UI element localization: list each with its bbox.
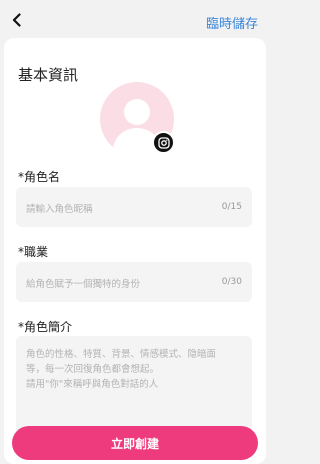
intro-placeholder-line: 等，每一次回復角色都會想起。 — [26, 364, 160, 375]
save-draft-button[interactable]: 臨時儲存 — [206, 13, 258, 32]
occupation-label: *職業 — [18, 245, 49, 259]
top-bar: 臨時儲存 — [0, 0, 270, 40]
back-button[interactable] — [8, 10, 26, 30]
avatar-upload[interactable] — [100, 82, 175, 156]
name-input[interactable]: 請輸入角色昵稱 0/15 — [16, 187, 252, 227]
occupation-placeholder: 給角色賦予一個獨特的身份 — [26, 279, 141, 290]
occupation-char-counter: 0/30 — [221, 277, 242, 287]
occupation-input[interactable]: 給角色賦予一個獨特的身份 0/30 — [16, 262, 252, 302]
intro-placeholder: 角色的性格、特質、背景、情感模式、隐暗面 等，每一次回復角色都會想起。 請用"你… — [26, 347, 242, 392]
create-now-label: 立即創建 — [110, 436, 159, 451]
name-char-counter: 0/15 — [221, 202, 242, 212]
instagram-camera-icon — [157, 136, 170, 149]
name-label: *角色名 — [18, 170, 61, 184]
chevron-left-icon — [12, 13, 21, 27]
upload-avatar-button[interactable] — [152, 131, 175, 154]
name-placeholder: 請輸入角色昵稱 — [26, 204, 93, 215]
form-card: 基本資訊 *角色名 請輸入角色昵稱 0/15 *職業 給角色賦予一個獨特的身份 … — [4, 38, 266, 464]
intro-placeholder-line: 請用"你"來稱呼與角色對話的人 — [26, 379, 159, 390]
intro-label: *角色簡介 — [18, 320, 73, 334]
create-now-button[interactable]: 立即創建 — [12, 426, 258, 460]
create-character-screen: 臨時儲存 基本資訊 *角色名 請輸入角色昵稱 0/15 *職業 給角色賦予一個獨… — [0, 0, 270, 464]
intro-placeholder-line: 角色的性格、特質、背景、情感模式、隐暗面 — [26, 349, 217, 360]
section-title: 基本資訊 — [18, 66, 79, 84]
